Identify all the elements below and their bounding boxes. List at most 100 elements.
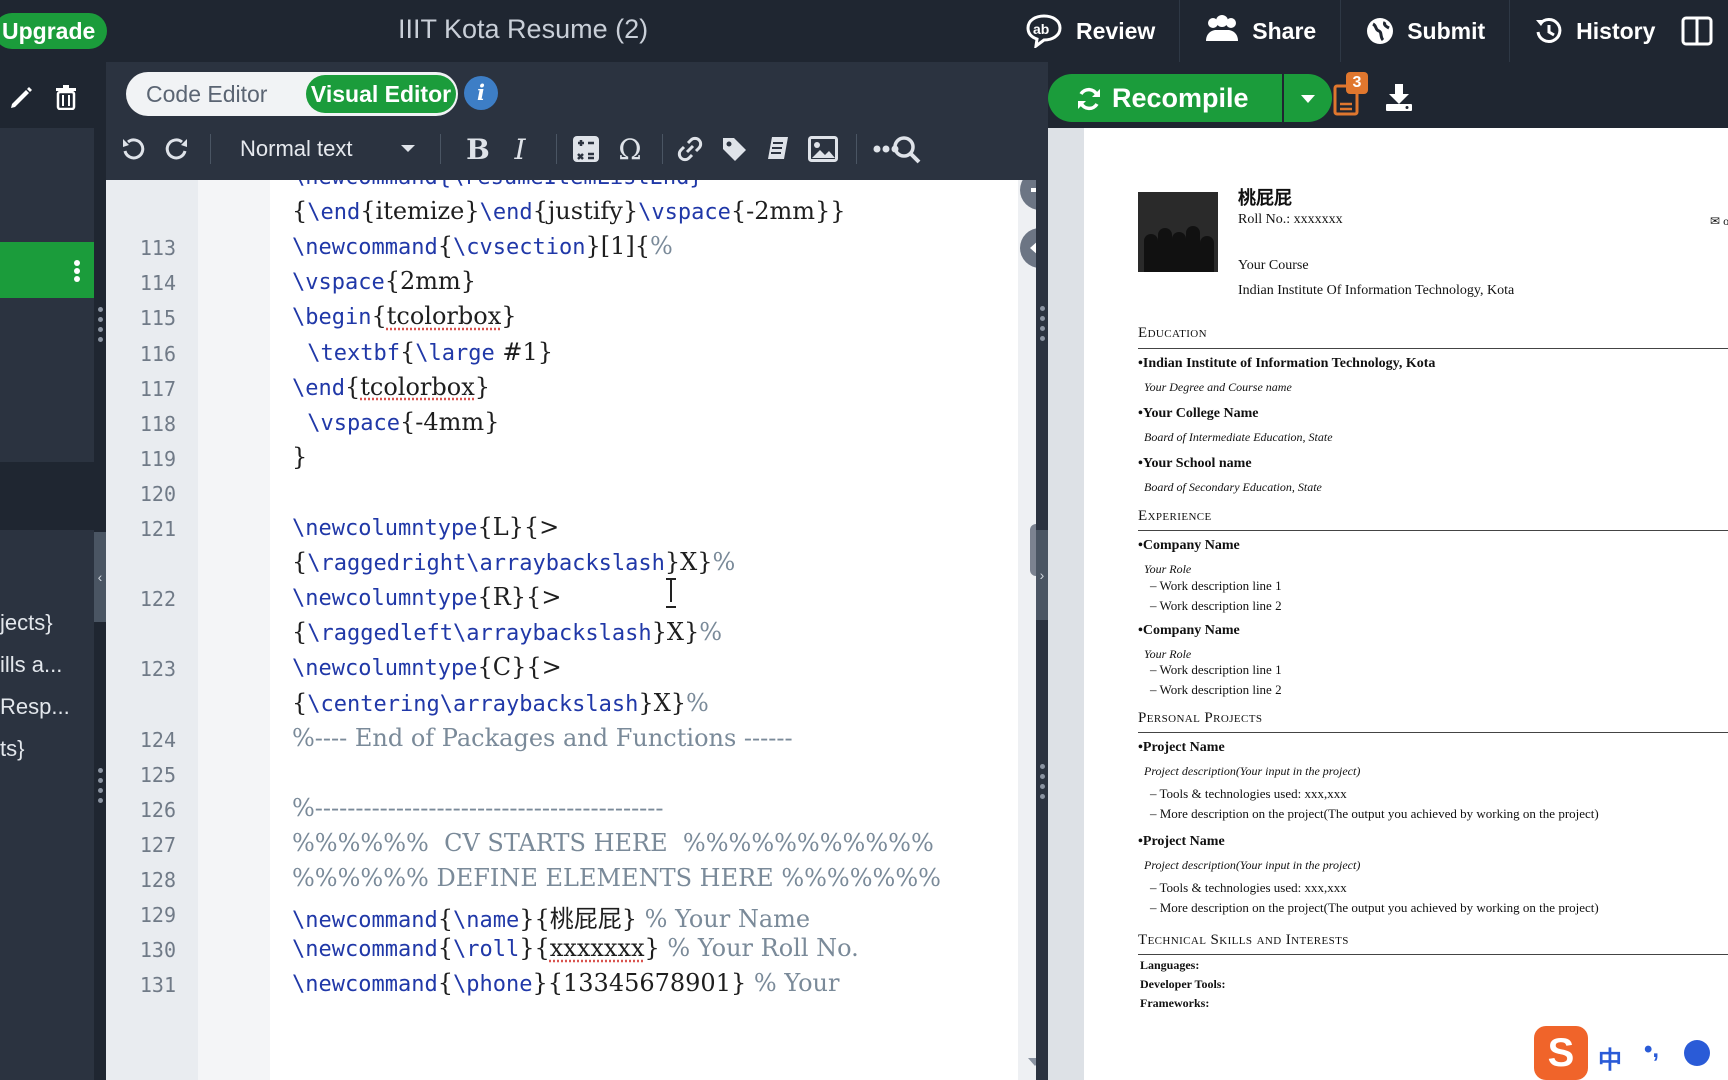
bold-button[interactable]: B (460, 118, 496, 180)
share-label: Share (1252, 17, 1317, 44)
code-line[interactable]: \newcommand{\name}{桃屁屁} % Your Name (292, 899, 810, 934)
skills-label: Developer Tools: (1140, 977, 1226, 991)
pencil-icon[interactable] (8, 84, 34, 110)
kebab-menu-icon[interactable] (74, 260, 80, 282)
recompile-options-dropdown[interactable] (1284, 74, 1332, 122)
editor-toolbar: Normal text B I Ω (106, 118, 1048, 180)
outline-item[interactable]: ts} (0, 728, 94, 770)
editor-preview-splitter[interactable]: › (1036, 118, 1048, 1080)
insert-math-button[interactable] (568, 118, 604, 180)
collapse-preview-button[interactable]: › (1036, 530, 1048, 620)
top-bar: Upgrade IIIT Kota Resume (2) ab Review S… (0, 0, 1728, 62)
code-line[interactable]: \newcolumntype{R}{> (292, 583, 561, 611)
project-entry: •Project Name (1138, 834, 1225, 849)
latex-command: \centering\arraybackslash (307, 691, 639, 717)
code-line[interactable]: %%%%%% DEFINE ELEMENTS HERE %%%%%%% (292, 864, 941, 892)
line-number: 113 (139, 236, 176, 261)
ime-emoji-icon[interactable] (1684, 1040, 1710, 1066)
code-line[interactable]: {\raggedleft\arraybackslash}X}% (292, 618, 722, 646)
globe-icon (1367, 18, 1394, 44)
section-rule (1138, 348, 1728, 349)
text-style-dropdown[interactable]: Normal text (240, 118, 420, 180)
upgrade-button[interactable]: Upgrade (0, 13, 108, 49)
overleaf-app: Upgrade IIIT Kota Resume (2) ab Review S… (0, 0, 1728, 1080)
italic-button[interactable]: I (502, 118, 538, 180)
code-line[interactable]: \begin{tcolorbox} (292, 302, 517, 330)
code-line[interactable]: \vspace{-4mm} (292, 408, 499, 436)
code-editor-tab[interactable]: Code Editor (146, 72, 267, 116)
code-line[interactable]: \newcommand{\cvsection}[1]{% (292, 232, 673, 260)
toolbar-separator (556, 134, 557, 164)
code-line[interactable]: } (292, 443, 307, 471)
profile-photo (1138, 192, 1218, 272)
collapse-file-tree-button[interactable]: ‹ (94, 532, 106, 622)
undo-button[interactable] (118, 118, 148, 180)
pdf-page[interactable]: 桃屁屁 Roll No.: xxxxxxx Your Course Indian… (1084, 128, 1728, 1080)
logs-count-badge[interactable]: 3 (1346, 72, 1368, 94)
code-text: {R}{> (477, 583, 562, 612)
image-icon (808, 136, 838, 162)
code-line[interactable]: %---- End of Packages and Functions ----… (292, 724, 793, 752)
code-line[interactable]: {\raggedright\arraybackslash}X}% (292, 548, 735, 576)
trash-icon[interactable] (54, 84, 78, 110)
input-method-bar[interactable]: S 中 •, (1534, 1026, 1728, 1080)
code-line[interactable]: \newcolumntype{C}{> (292, 653, 562, 681)
code-text: } (292, 442, 308, 471)
line-number: 118 (139, 411, 176, 436)
code-line[interactable]: {\centering\arraybackslash}X}% (292, 689, 709, 717)
file-tree-item-selected[interactable] (0, 242, 94, 298)
code-line[interactable]: %%%%%% CV STARTS HERE %%%%%%%%%%% (292, 829, 934, 857)
latex-command: \roll (452, 937, 520, 963)
insert-link-button[interactable] (672, 118, 708, 180)
code-line[interactable]: \end{tcolorbox} (292, 373, 490, 401)
splitter-grip (1040, 306, 1045, 346)
outline-item[interactable]: ills a... (0, 644, 94, 686)
latex-command: \newcommand (292, 235, 438, 261)
code-line[interactable]: \vspace{2mm} (292, 267, 476, 295)
document-title[interactable]: IIIT Kota Resume (2) (398, 14, 648, 45)
code-line[interactable]: {\end{itemize}\end{justify}\vspace{-2mm}… (292, 197, 846, 225)
ime-punctuation-toggle[interactable]: •, (1644, 1036, 1659, 1064)
code-line[interactable]: %---------------------------------------… (292, 794, 664, 822)
editor-mode-toggle[interactable]: Code Editor Visual Editor (126, 72, 458, 116)
file-tree-panel: jects} ills a... Resp... ts} ‹ (0, 62, 106, 1080)
review-button[interactable]: ab Review (1000, 0, 1179, 62)
code-editor[interactable]: \newcommand{\resumeItemListEnd} {\end{ite… (106, 180, 1048, 1080)
latex-comment: % Your Roll No. (659, 934, 859, 963)
insert-ref-button[interactable] (716, 118, 752, 180)
recompile-button[interactable]: Recompile (1048, 74, 1282, 122)
education-sub: Board of Intermediate Education, State (1144, 430, 1333, 444)
insert-figure-button[interactable] (804, 118, 842, 180)
ime-language-toggle[interactable]: 中 (1598, 1040, 1622, 1075)
visual-editor-tab[interactable]: Visual Editor (306, 75, 456, 113)
sogou-logo-icon[interactable]: S (1534, 1026, 1588, 1080)
search-icon[interactable] (892, 135, 922, 165)
outline-item[interactable]: jects} (0, 602, 94, 644)
code-line[interactable]: \newcolumntype{L}{> (292, 513, 559, 541)
code-line[interactable]: \textbf{\large #1} (292, 338, 553, 366)
code-text: {itemize} (360, 197, 480, 226)
code-text: }X} (664, 548, 713, 577)
pdf-preview[interactable]: 桃屁屁 Roll No.: xxxxxxx Your Course Indian… (1048, 128, 1728, 1080)
undo-icon (123, 138, 145, 160)
info-icon[interactable]: i (464, 76, 498, 110)
code-text: { (399, 337, 416, 366)
code-line[interactable]: \newcommand{\roll}{xxxxxxx} % Your Roll … (292, 934, 859, 962)
code-text: { (437, 969, 453, 998)
line-number: 124 (139, 727, 176, 752)
line-number: 114 (139, 271, 176, 296)
history-icon (1536, 17, 1562, 43)
redo-button[interactable] (162, 118, 192, 180)
submit-button[interactable]: Submit (1340, 0, 1509, 62)
history-button[interactable]: History (1509, 0, 1679, 62)
layout-icon[interactable] (1680, 14, 1714, 48)
text-cursor (666, 578, 676, 608)
code-line[interactable]: \newcommand{\resumeItemListEnd} (292, 180, 703, 190)
insert-symbol-button[interactable]: Ω (612, 118, 648, 180)
code-line[interactable]: \newcommand{\phone}{13345678901} % Your (292, 969, 839, 997)
insert-citation-button[interactable] (760, 118, 796, 180)
line-number: 115 (139, 306, 176, 331)
outline-item[interactable]: Resp... (0, 686, 94, 728)
share-button[interactable]: Share (1179, 0, 1340, 62)
download-pdf-icon[interactable] (1384, 82, 1414, 112)
